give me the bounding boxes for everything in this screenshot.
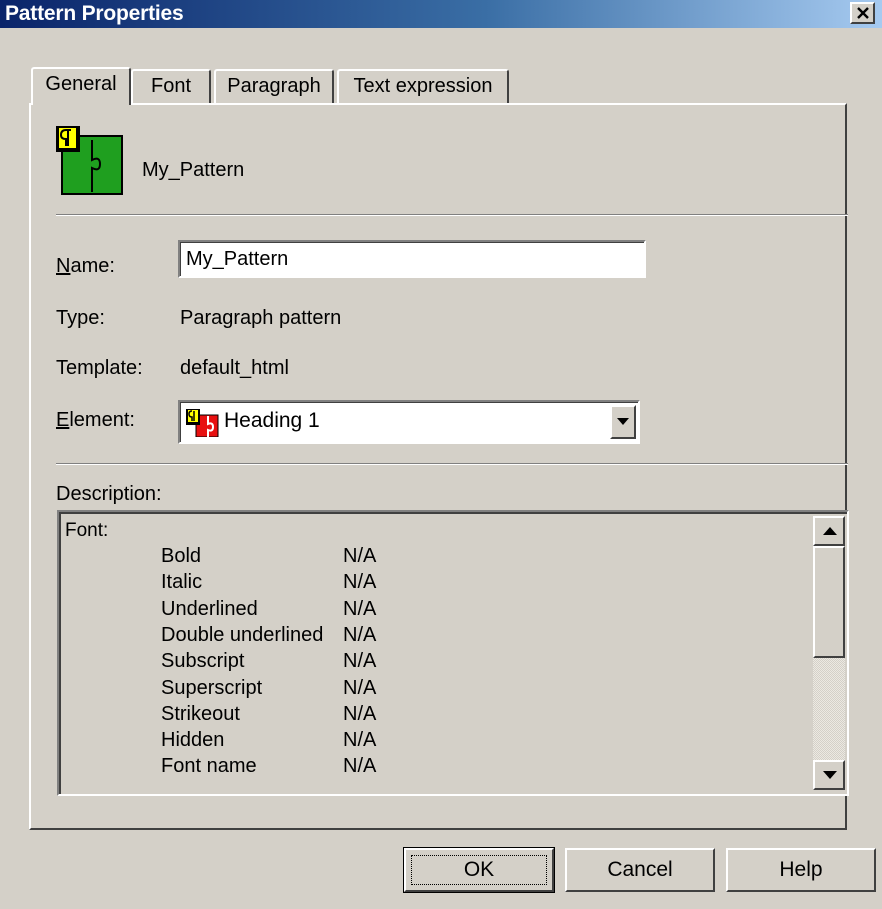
- property-name: Subscript: [161, 650, 245, 673]
- property-name: Italic: [161, 571, 203, 594]
- property-name: Underlined: [161, 597, 258, 620]
- property-value: N/A: [343, 729, 377, 752]
- separator-top: [56, 214, 848, 216]
- property-name: Double underlined: [161, 623, 324, 646]
- pattern-header: My_Pattern: [56, 126, 356, 196]
- tab-text-expression[interactable]: Text expression: [337, 69, 509, 103]
- tab-paragraph-label: Paragraph: [227, 75, 321, 97]
- property-name: Hidden: [161, 729, 225, 752]
- arrow-down-icon: [823, 771, 837, 779]
- pattern-name-heading: My_Pattern: [142, 159, 245, 181]
- title-bar: Pattern Properties: [0, 0, 882, 30]
- scroll-down-button[interactable]: [813, 760, 845, 790]
- name-label: Name:: [56, 254, 115, 278]
- arrow-up-icon: [823, 527, 837, 535]
- property-value: N/A: [343, 571, 377, 594]
- help-button-label: Help: [779, 858, 823, 881]
- close-button[interactable]: [850, 2, 875, 24]
- name-label-mnemonic: N: [56, 255, 71, 277]
- cancel-button[interactable]: Cancel: [565, 848, 715, 892]
- property-value: N/A: [343, 755, 377, 778]
- property-name: Strikeout: [161, 702, 240, 725]
- element-select-value: Heading 1: [224, 409, 320, 432]
- element-select[interactable]: Heading 1: [178, 400, 640, 444]
- name-input[interactable]: [178, 240, 646, 278]
- description-section-heading: Font:: [65, 520, 109, 541]
- property-value: N/A: [343, 650, 377, 673]
- tab-text-expression-label: Text expression: [353, 75, 493, 97]
- window-title: Pattern Properties: [5, 2, 184, 25]
- property-value: N/A: [343, 545, 377, 567]
- separator-bottom: [56, 463, 848, 465]
- description-label: Description:: [56, 483, 162, 505]
- tab-font[interactable]: Font: [131, 69, 211, 103]
- tab-general[interactable]: General: [31, 67, 131, 105]
- property-name: Bold: [161, 545, 202, 567]
- property-value: N/A: [343, 676, 377, 699]
- name-label-text: ame:: [70, 255, 115, 277]
- property-value: N/A: [343, 597, 377, 620]
- ok-button-focus-ring: [411, 855, 547, 885]
- help-button[interactable]: Help: [726, 848, 876, 892]
- element-dropdown-button[interactable]: [610, 405, 636, 439]
- tab-font-label: Font: [150, 75, 192, 97]
- element-label: Element:: [56, 408, 135, 432]
- element-label-mnemonic: E: [56, 409, 70, 431]
- element-label-text: lement:: [69, 409, 135, 431]
- template-value: default_html: [180, 357, 289, 379]
- description-box[interactable]: Font: Bold N/A Italic N/A Underlined N/A Doubl…: [57, 510, 849, 796]
- type-label: Type:: [56, 307, 105, 329]
- type-value: Paragraph pattern: [180, 307, 342, 329]
- scroll-thumb[interactable]: [813, 546, 845, 658]
- description-scrollbar[interactable]: [813, 516, 845, 790]
- property-value: N/A: [343, 702, 377, 725]
- close-icon: [857, 7, 869, 19]
- paragraph-pattern-icon: [56, 126, 123, 195]
- ok-button[interactable]: OK: [403, 847, 555, 893]
- property-name: Font name: [161, 755, 257, 778]
- tab-general-label: General: [45, 73, 117, 95]
- cancel-button-label: Cancel: [607, 858, 673, 881]
- scroll-up-button[interactable]: [813, 516, 845, 546]
- tab-paragraph[interactable]: Paragraph: [214, 69, 334, 103]
- template-label: Template:: [56, 357, 143, 379]
- heading-element-icon: [186, 409, 219, 437]
- property-name: Superscript: [161, 676, 263, 699]
- chevron-down-icon: [617, 418, 629, 425]
- property-value: N/A: [343, 623, 377, 646]
